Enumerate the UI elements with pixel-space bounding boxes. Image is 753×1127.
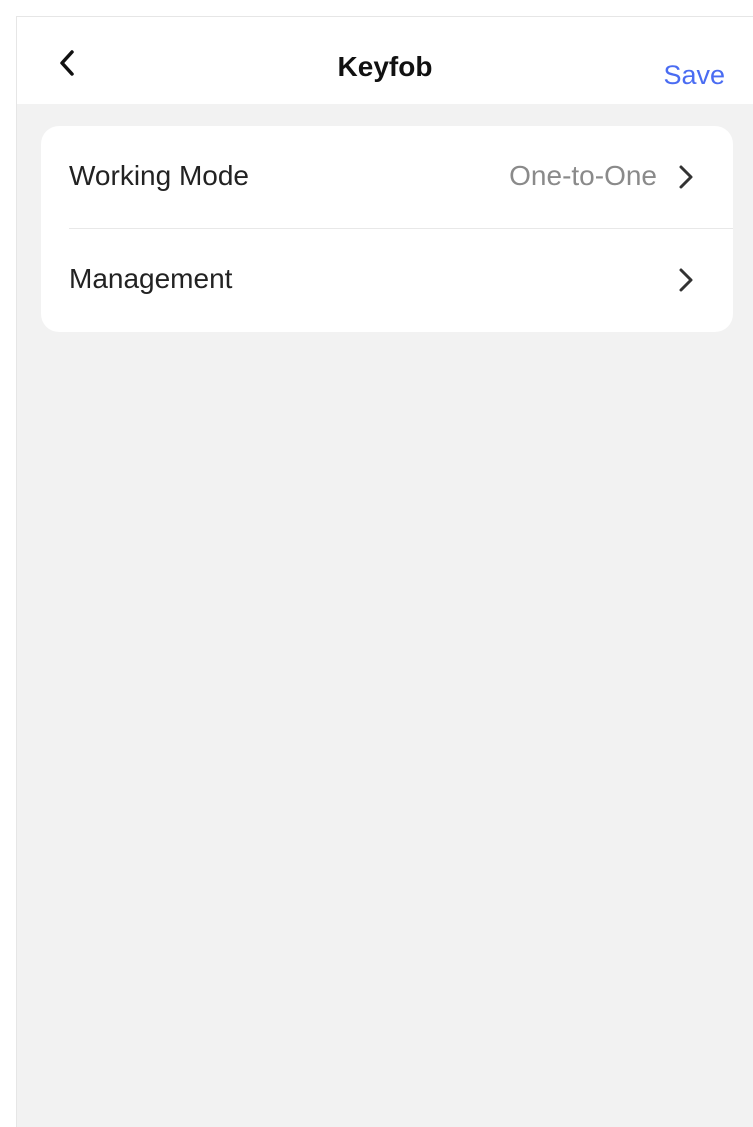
working-mode-label: Working Mode [69,160,250,191]
working-mode-row[interactable]: Working Mode One-to-One [41,126,733,228]
chevron-right-icon [679,268,693,292]
management-label: Management [69,263,233,294]
management-row[interactable]: Management [41,229,733,331]
nav-bar: Keyfob Save [17,17,753,104]
page-title: Keyfob [337,51,433,82]
working-mode-value: One-to-One [509,160,657,191]
chevron-right-icon [679,165,693,189]
settings-card: Working Mode One-to-One Management [41,126,733,332]
save-button[interactable]: Save [663,55,725,95]
app-screen: Keyfob Save Working Mode One-to-One Mana… [16,16,753,1127]
